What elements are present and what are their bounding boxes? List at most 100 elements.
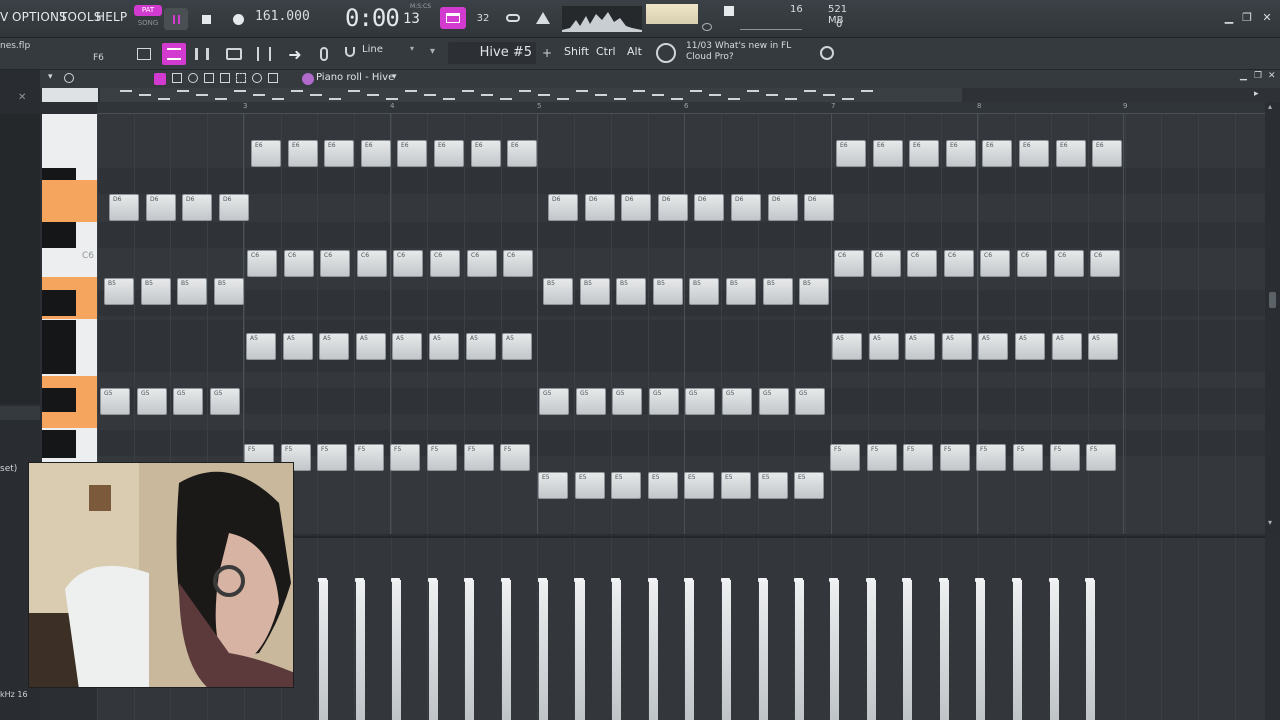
stop-button[interactable] xyxy=(194,8,218,30)
note[interactable]: G5 xyxy=(137,388,167,415)
note[interactable]: F5 xyxy=(427,444,457,471)
black-key[interactable] xyxy=(42,290,76,316)
velocity-handle[interactable] xyxy=(1049,578,1058,582)
close-icon[interactable]: ✕ xyxy=(1260,11,1274,25)
note[interactable]: F5 xyxy=(354,444,384,471)
note[interactable]: B5 xyxy=(543,278,573,305)
note[interactable]: B5 xyxy=(726,278,756,305)
note[interactable]: D6 xyxy=(694,194,724,221)
note[interactable]: A5 xyxy=(832,333,862,360)
note[interactable]: D6 xyxy=(804,194,834,221)
velocity-handle[interactable] xyxy=(648,578,657,582)
velocity-handle[interactable] xyxy=(391,578,400,582)
note[interactable]: E5 xyxy=(575,472,605,499)
delete-tool-icon[interactable] xyxy=(188,73,198,83)
note[interactable]: E6 xyxy=(507,140,537,167)
note[interactable]: D6 xyxy=(585,194,615,221)
zoom-tool-icon[interactable] xyxy=(252,73,262,83)
velocity-bar[interactable] xyxy=(834,580,839,720)
note[interactable]: B5 xyxy=(799,278,829,305)
shift-key-button[interactable]: Shift xyxy=(564,45,589,58)
menu-help[interactable]: HELP xyxy=(96,10,127,24)
metronome-button[interactable] xyxy=(530,7,556,29)
note[interactable]: E6 xyxy=(946,140,976,167)
note[interactable]: A5 xyxy=(392,333,422,360)
note[interactable]: F5 xyxy=(903,444,933,471)
velocity-bar[interactable] xyxy=(799,580,804,720)
black-key[interactable] xyxy=(42,346,76,374)
note[interactable]: C6 xyxy=(320,250,350,277)
note[interactable]: A5 xyxy=(1052,333,1082,360)
note[interactable]: E6 xyxy=(361,140,391,167)
step-button[interactable]: 32 xyxy=(470,7,496,29)
note[interactable]: C6 xyxy=(503,250,533,277)
velocity-handle[interactable] xyxy=(355,578,364,582)
note[interactable]: F5 xyxy=(940,444,970,471)
note[interactable]: A5 xyxy=(319,333,349,360)
note[interactable]: C6 xyxy=(980,250,1010,277)
time-display[interactable]: 0:00 xyxy=(345,4,400,32)
velocity-handle[interactable] xyxy=(611,578,620,582)
note[interactable]: E6 xyxy=(1092,140,1122,167)
velocity-bar[interactable] xyxy=(1090,580,1095,720)
note[interactable]: E6 xyxy=(251,140,281,167)
magnet-tool-icon[interactable] xyxy=(64,73,74,83)
note[interactable]: F5 xyxy=(317,444,347,471)
add-instrument-button[interactable]: + xyxy=(542,46,552,60)
note[interactable]: A5 xyxy=(246,333,276,360)
note[interactable]: E5 xyxy=(684,472,714,499)
select-tool-icon[interactable] xyxy=(236,73,246,83)
note[interactable]: G5 xyxy=(173,388,203,415)
velocity-bar[interactable] xyxy=(1054,580,1059,720)
note[interactable]: C6 xyxy=(284,250,314,277)
note[interactable]: E6 xyxy=(873,140,903,167)
note[interactable]: E6 xyxy=(836,140,866,167)
note[interactable]: D6 xyxy=(109,194,139,221)
note[interactable]: D6 xyxy=(548,194,578,221)
record-button[interactable] xyxy=(226,8,250,30)
note[interactable]: B5 xyxy=(580,278,610,305)
note[interactable]: D6 xyxy=(731,194,761,221)
note[interactable]: E6 xyxy=(982,140,1012,167)
note[interactable]: F5 xyxy=(830,444,860,471)
note[interactable]: C6 xyxy=(834,250,864,277)
note[interactable]: B5 xyxy=(616,278,646,305)
note[interactable]: E5 xyxy=(648,472,678,499)
note[interactable]: E5 xyxy=(758,472,788,499)
playlist-button[interactable] xyxy=(132,43,156,65)
note[interactable]: A5 xyxy=(905,333,935,360)
note[interactable]: G5 xyxy=(649,388,679,415)
note[interactable]: E6 xyxy=(434,140,464,167)
velocity-bar[interactable] xyxy=(1017,580,1022,720)
vertical-scrollbar[interactable]: ▴ ▾ xyxy=(1265,102,1280,534)
mixer-button[interactable] xyxy=(252,43,276,65)
black-key[interactable] xyxy=(42,388,76,412)
mute-tool-icon[interactable] xyxy=(204,73,214,83)
velocity-bar[interactable] xyxy=(871,580,876,720)
scroll-up-icon[interactable]: ▴ xyxy=(1268,102,1272,111)
note[interactable]: A5 xyxy=(502,333,532,360)
magnet-icon[interactable] xyxy=(345,47,355,57)
note[interactable]: B5 xyxy=(214,278,244,305)
note[interactable]: C6 xyxy=(393,250,423,277)
note[interactable]: C6 xyxy=(944,250,974,277)
note[interactable]: D6 xyxy=(146,194,176,221)
menu-options[interactable]: OPTIONS xyxy=(12,10,67,24)
alt-key-button[interactable]: Alt xyxy=(627,45,642,58)
velocity-handle[interactable] xyxy=(794,578,803,582)
pr-close-icon[interactable]: ✕ xyxy=(1268,71,1276,81)
note[interactable]: E6 xyxy=(397,140,427,167)
velocity-handle[interactable] xyxy=(1085,578,1094,582)
note[interactable]: C6 xyxy=(871,250,901,277)
note[interactable]: C6 xyxy=(467,250,497,277)
velocity-bar[interactable] xyxy=(323,580,328,720)
menu-view[interactable]: V xyxy=(0,10,8,24)
note[interactable]: A5 xyxy=(942,333,972,360)
velocity-handle[interactable] xyxy=(684,578,693,582)
title-chevron-down-icon[interactable]: ▾ xyxy=(392,72,397,82)
piano-roll-button[interactable] xyxy=(162,43,186,65)
black-key[interactable] xyxy=(42,430,76,458)
pattern-mode-button[interactable] xyxy=(440,7,466,29)
scroll-right-icon[interactable]: ▸ xyxy=(1254,89,1259,99)
browser-list[interactable] xyxy=(0,114,40,404)
